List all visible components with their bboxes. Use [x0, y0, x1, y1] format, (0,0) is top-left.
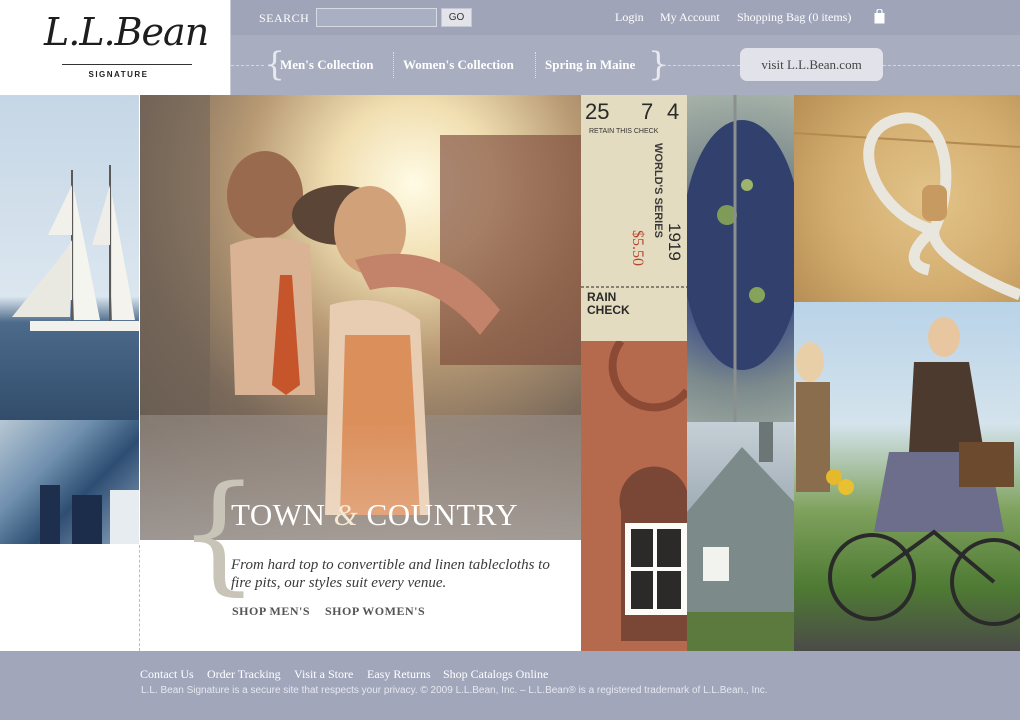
nav-dashed-rule: [231, 65, 264, 66]
ticket-year-text: 1919: [665, 223, 684, 261]
cyclists-illustration: [796, 317, 1020, 626]
rope-illustration: [794, 112, 1020, 301]
nav-mens-collection[interactable]: Men's Collection: [280, 57, 374, 73]
rain-check-ticket-photo[interactable]: 25 7 4 RETAIN THIS CHECK WORLD'S SERIES …: [581, 95, 687, 341]
shopping-bag-icon[interactable]: [874, 9, 885, 24]
schooner-photo[interactable]: [0, 95, 139, 420]
nav-dashed-rule: [663, 65, 740, 66]
footer-shop-catalogs[interactable]: Shop Catalogs Online: [443, 667, 548, 682]
schooner-illustration: [12, 165, 139, 331]
painted-boat-photo[interactable]: [0, 420, 139, 544]
top-bar: SEARCH GO Login My Account Shopping Bag …: [231, 0, 1020, 35]
ticket-illustration: 25 7 4 RETAIN THIS CHECK WORLD'S SERIES …: [581, 95, 687, 341]
footer-easy-returns[interactable]: Easy Returns: [367, 667, 431, 682]
visit-llbean-button[interactable]: visit L.L.Bean.com: [740, 48, 883, 81]
nav-separator: [393, 52, 394, 78]
shopping-bag-link[interactable]: Shopping Bag (0 items): [737, 10, 851, 25]
brick-doorway-photo[interactable]: [581, 341, 687, 651]
nav-womens-collection[interactable]: Women's Collection: [403, 57, 514, 73]
ticket-number-b: 7: [641, 99, 653, 124]
ticket-number-a: 25: [585, 99, 609, 124]
footer-contact-us[interactable]: Contact Us: [140, 667, 194, 682]
cycling-women-photo[interactable]: [794, 302, 1020, 651]
ticket-rain-text: RAIN: [587, 290, 616, 304]
search-go-button[interactable]: GO: [441, 8, 472, 27]
nav-separator: [535, 52, 536, 78]
shingled-house-photo[interactable]: [687, 422, 794, 651]
ticket-check-text: CHECK: [587, 303, 630, 317]
ticket-number-c: 4: [667, 99, 679, 124]
berry-bucket-illustration: [687, 95, 794, 422]
boat-hull-illustration: [40, 485, 139, 544]
footer-legal-text: L.L. Bean Signature is a secure site tha…: [141, 685, 768, 696]
logo[interactable]: L.L.Bean SIGNATURE: [0, 0, 231, 95]
collection-nav: { Men's Collection Women's Collection Sp…: [231, 35, 1020, 95]
search-label: SEARCH: [259, 11, 310, 25]
login-link[interactable]: Login: [615, 10, 644, 25]
ticket-price-text: $5.50: [629, 230, 646, 266]
search-input[interactable]: [316, 8, 437, 27]
footer-visit-a-store[interactable]: Visit a Store: [294, 667, 353, 682]
logo-rule: [62, 64, 192, 65]
nav-spring-in-maine[interactable]: Spring in Maine: [545, 57, 635, 73]
promo-title-country: COUNTRY: [366, 497, 519, 532]
logo-subtitle: SIGNATURE: [88, 70, 149, 79]
promo-description: From hard top to convertible and linen t…: [231, 557, 550, 591]
ticket-series-text: WORLD'S SERIES: [652, 143, 664, 238]
nav-right-brace: }: [648, 44, 669, 83]
logo-script: L.L.Bean: [44, 10, 209, 54]
footer-order-tracking[interactable]: Order Tracking: [207, 667, 281, 682]
shop-mens-link[interactable]: SHOP MEN'S: [232, 604, 310, 619]
footer: Contact Us Order Tracking Visit a Store …: [0, 651, 1020, 720]
blueberries-photo[interactable]: [687, 95, 794, 422]
nav-dashed-rule: [883, 65, 1020, 66]
promo-title-town: TOWN: [231, 497, 326, 532]
promo-title: TOWN & COUNTRY: [231, 497, 518, 533]
house-illustration: [687, 422, 794, 651]
rope-bag-photo[interactable]: [794, 95, 1020, 302]
shop-womens-link[interactable]: SHOP WOMEN'S: [325, 604, 425, 619]
my-account-link[interactable]: My Account: [660, 10, 720, 25]
ticket-retain-text: RETAIN THIS CHECK: [589, 128, 659, 135]
promo-title-amp: &: [333, 497, 359, 532]
brick-doorway-illustration: [608, 341, 687, 641]
